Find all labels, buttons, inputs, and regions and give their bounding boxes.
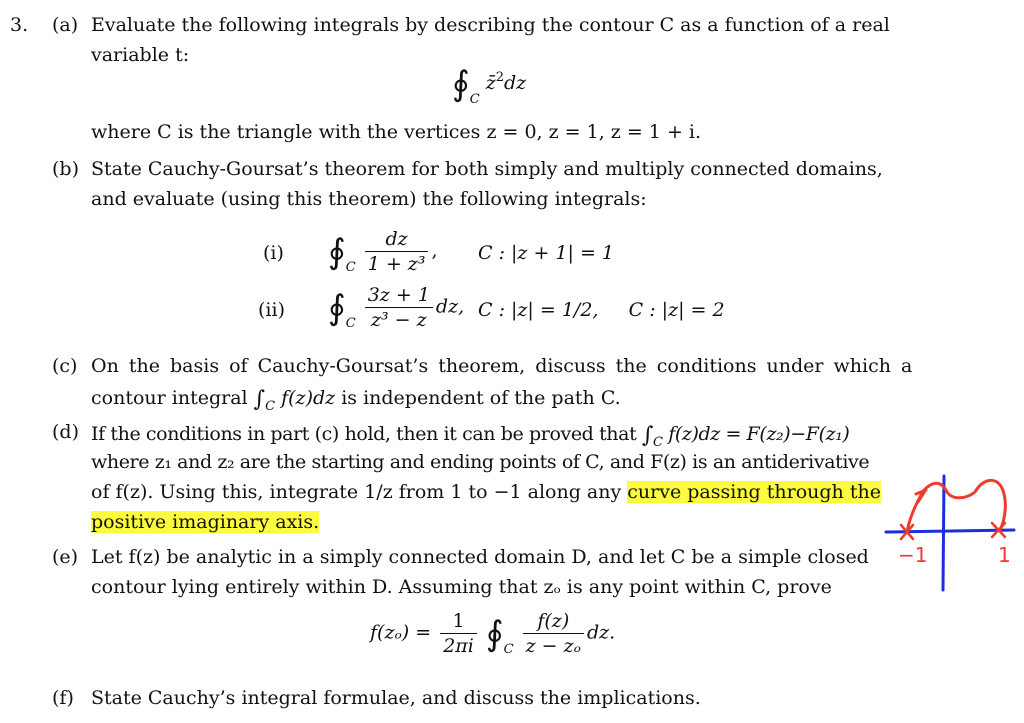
integral-expression: f(z)dz xyxy=(281,387,336,409)
part-a-label: (a) xyxy=(52,14,79,36)
part-d-line1: If the conditions in part (c) hold, then… xyxy=(91,421,850,450)
highlighted-text: curve passing through the xyxy=(627,481,881,503)
part-e-label: (e) xyxy=(52,546,79,568)
integral-subscript: C xyxy=(503,641,514,657)
part-b-i-contour: C : |z + 1| = 1 xyxy=(478,242,615,264)
highlighted-text: positive imaginary axis. xyxy=(91,511,320,533)
formula-lhs: f(zₒ) = xyxy=(370,621,432,644)
cauchy-formula: f(zₒ) = 1 2πi ∮C f(z) z − zₒ dz. xyxy=(370,610,615,657)
part-d-line2: where z₁ and z₂ are the starting and end… xyxy=(91,451,870,473)
denominator: z − zₒ xyxy=(525,635,581,657)
line-text: contour integral xyxy=(91,387,248,409)
part-f-line1: State Cauchy’s integral formulae, and di… xyxy=(91,687,701,709)
numerator: 3z + 1 xyxy=(364,284,433,308)
integrand-power: 2 xyxy=(495,70,505,85)
part-b-i-integral: ∮C dz 1 + z³, xyxy=(328,228,437,275)
integrand-fraction: f(z) z − zₒ xyxy=(522,610,584,657)
integral-subscript: C xyxy=(345,259,356,275)
integral-subscript: C xyxy=(345,315,356,331)
integral-subscript: C xyxy=(469,92,480,107)
integrand: z̄ xyxy=(485,72,496,94)
part-d-line4: positive imaginary axis. xyxy=(91,511,320,533)
part-a-line3: where C is the triangle with the vertice… xyxy=(91,121,702,143)
arrowhead-icon xyxy=(914,488,928,504)
curve-path xyxy=(905,478,1007,534)
right-point-label: 1 xyxy=(998,543,1011,567)
denominator: 1 + z³ xyxy=(367,253,426,275)
integral-differential: dz xyxy=(504,72,527,94)
part-a-line2: variable t: xyxy=(91,44,190,66)
part-b-ii-label: (ii) xyxy=(258,299,285,321)
part-a-line1: Evaluate the following integrals by desc… xyxy=(91,14,890,36)
numerator: f(z) xyxy=(522,610,584,634)
part-a-integral: ∮C z̄2dz xyxy=(452,64,527,107)
line-text: If the conditions in part (c) hold, then… xyxy=(91,423,637,445)
part-b-ii-contour: C : |z| = 1/2, C : |z| = 2 xyxy=(478,299,725,321)
part-c-line2: contour integral ∫C f(z)dz is independen… xyxy=(91,385,621,414)
suffix: dz, xyxy=(435,295,465,318)
contour-integral-symbol: ∮ xyxy=(328,231,346,272)
integral-expression: f(z)dz = F(z₂)−F(z₁) xyxy=(668,423,850,445)
fraction: dz 1 + z³ xyxy=(364,228,429,275)
part-e-line1: Let f(z) be analytic in a simply connect… xyxy=(91,546,869,568)
part-d-line3: of f(z). Using this, integrate 1/z from … xyxy=(91,481,881,503)
contour-integral-symbol: ∮ xyxy=(328,287,346,328)
part-c-line1: On the basis of Cauchy-Goursat’s theorem… xyxy=(91,355,913,377)
part-f-label: (f) xyxy=(52,687,74,709)
imaginary-axis xyxy=(941,474,946,592)
line-text: is independent of the path C. xyxy=(341,387,621,409)
contour-integral-symbol: ∮ xyxy=(485,613,504,654)
integral-subscript: C xyxy=(653,435,663,450)
integral-symbol: ∫ xyxy=(641,423,654,448)
suffix: , xyxy=(431,239,438,262)
contour-integral-symbol: ∮ xyxy=(452,64,470,104)
part-c-label: (c) xyxy=(52,355,78,377)
suffix: dz. xyxy=(586,621,616,644)
integral-subscript: C xyxy=(265,399,276,414)
denominator: z³ − z xyxy=(370,309,427,331)
part-d-label: (d) xyxy=(52,421,79,443)
part-b-line1: State Cauchy-Goursat’s theorem for both … xyxy=(91,158,883,180)
numerator: dz xyxy=(364,228,429,252)
part-e-line2: contour lying entirely within D. Assumin… xyxy=(91,576,832,598)
denominator: 2πi xyxy=(443,635,474,657)
handwritten-sketch: −1 1 xyxy=(884,474,1016,592)
numerator: 1 xyxy=(440,610,477,634)
part-b-ii-integral: ∮C 3z + 1 z³ − z dz, xyxy=(328,284,464,331)
part-b-line2: and evaluate (using this theorem) the fo… xyxy=(91,188,647,210)
part-b-i-label: (i) xyxy=(263,242,284,264)
part-b-label: (b) xyxy=(52,158,79,180)
problem-number: 3. xyxy=(10,14,29,36)
coefficient-fraction: 1 2πi xyxy=(440,610,477,657)
fraction: 3z + 1 z³ − z xyxy=(364,284,433,331)
left-point-label: −1 xyxy=(898,543,927,567)
line-text: of f(z). Using this, integrate 1/z from … xyxy=(91,481,622,503)
integral-symbol: ∫ xyxy=(253,387,266,412)
